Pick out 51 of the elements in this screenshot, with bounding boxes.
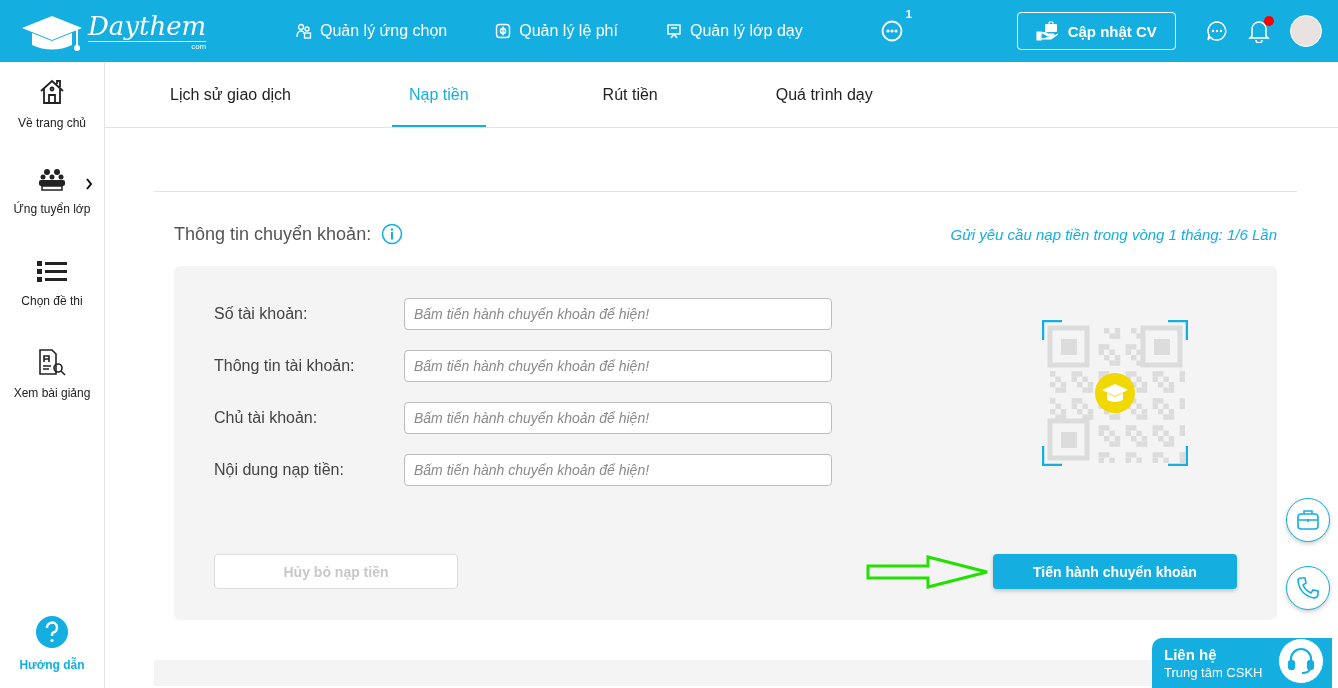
tab[interactable]: Rút tiền — [585, 62, 675, 127]
logo-suffix: com — [191, 41, 207, 52]
logo-text[interactable]: Daythem — [88, 10, 207, 42]
nav-link[interactable]: Quản lý ứng chọn — [296, 22, 448, 40]
count-label: 1 — [905, 8, 912, 20]
presentation-board-icon — [665, 23, 682, 39]
field-label: Số tài khoản: — [214, 305, 309, 323]
bell-icon[interactable] — [1248, 19, 1270, 43]
group-icon — [37, 168, 67, 192]
sidebar-item[interactable]: Chọn đề thi — [0, 258, 105, 348]
input-field[interactable]: Bấm tiến hành chuyển khoản để hiện! — [404, 350, 832, 382]
phone-button[interactable] — [1286, 566, 1330, 610]
info-icon[interactable] — [381, 223, 404, 245]
list-icon — [36, 258, 68, 284]
sidebar-item[interactable]: Xem bài giảng — [0, 348, 105, 438]
help-link[interactable]: Hướng dẫn — [19, 616, 85, 672]
section-title: Thông tin chuyển khoản: — [174, 223, 372, 245]
house-icon — [38, 78, 66, 106]
tab[interactable]: Quá trình dạy — [758, 62, 890, 127]
money-icon — [495, 23, 512, 39]
phone-icon — [1296, 576, 1320, 600]
tab[interactable]: Lịch sử giao dịch — [153, 62, 308, 127]
input-field[interactable]: Bấm tiến hành chuyển khoản để hiện! — [404, 454, 832, 486]
hand-briefcase-icon — [1035, 21, 1060, 41]
headset-icon — [1278, 638, 1324, 684]
sidebar-item[interactable]: Về trang chủ — [0, 78, 105, 168]
document-search-icon — [37, 348, 67, 376]
contact-subtitle: Trung tâm CSKH — [1164, 665, 1263, 680]
arrow-right-icon — [866, 554, 990, 589]
field-label: Nội dung nạp tiền: — [214, 461, 345, 479]
briefcase-button[interactable] — [1286, 498, 1330, 542]
briefcase-icon — [1296, 509, 1320, 531]
more-options-icon[interactable] — [880, 20, 903, 42]
field-label: Chủ tài khoản: — [214, 409, 319, 427]
limit-note: Gửi yêu cầu nạp tiền trong vòng 1 tháng: 1/6 Lần — [950, 225, 1277, 243]
update-cv-button[interactable]: Cập nhật CV — [1016, 12, 1176, 50]
input-field[interactable]: Bấm tiến hành chuyển khoản để hiện! — [404, 402, 832, 434]
chevron-right-icon — [84, 178, 93, 190]
sidebar-item[interactable]: Ứng tuyển lớp — [0, 168, 105, 258]
input-field[interactable]: Bấm tiến hành chuyển khoản để hiện! — [404, 298, 832, 330]
nav-link[interactable]: Quản lý lệ phí — [495, 22, 618, 40]
contact-widget[interactable]: Liên hệ Trung tâm CSKH — [1152, 638, 1332, 688]
tab[interactable]: Nạp tiền — [392, 62, 486, 127]
help-icon — [36, 616, 68, 648]
people-icon — [296, 23, 312, 39]
contact-title: Liên hệ — [1164, 646, 1218, 663]
transfer-button[interactable]: Tiến hành chuyển khoản — [993, 554, 1237, 589]
avatar[interactable] — [1290, 15, 1322, 47]
field-label: Thông tin tài khoản: — [214, 357, 356, 375]
chat-icon[interactable] — [1206, 20, 1228, 42]
nav-link[interactable]: Quản lý lớp dạy — [665, 22, 803, 40]
